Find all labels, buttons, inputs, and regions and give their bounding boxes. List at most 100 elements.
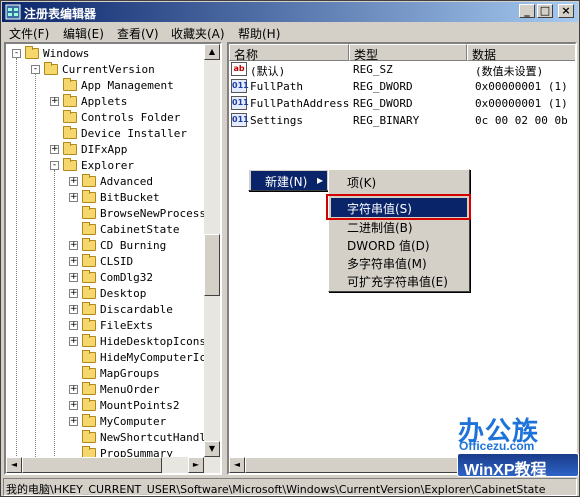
column-data[interactable]: 数据 bbox=[467, 44, 575, 62]
menu-edit[interactable]: 编辑(E) bbox=[63, 25, 104, 42]
maximize-button[interactable]: □ bbox=[537, 4, 553, 18]
menu-file[interactable]: 文件(F) bbox=[9, 25, 49, 42]
tree-item[interactable]: - Explorer bbox=[50, 158, 206, 174]
tree-horizontal-scrollbar[interactable]: ◄ ► bbox=[6, 457, 220, 473]
tree-item[interactable]: + FileExts bbox=[69, 318, 206, 334]
value-data: 0x00000001 (1) bbox=[475, 80, 568, 93]
scroll-thumb[interactable] bbox=[245, 457, 485, 473]
tree-item[interactable]: + Discardable bbox=[69, 302, 206, 318]
value-name: (默认) bbox=[250, 65, 286, 78]
tree-item[interactable]: Controls Folder bbox=[50, 110, 206, 126]
expand-icon[interactable]: + bbox=[69, 177, 78, 186]
tree-vertical-scrollbar[interactable]: ▲ ▼ bbox=[204, 44, 220, 457]
tree-item[interactable]: MapGroups bbox=[69, 366, 206, 382]
minimize-button[interactable]: _ bbox=[519, 4, 535, 18]
expand-icon[interactable]: + bbox=[69, 385, 78, 394]
list-item[interactable]: 011 FullPath REG_DWORD 0x00000001 (1) bbox=[229, 78, 575, 95]
tree-item[interactable]: + Advanced bbox=[69, 174, 206, 190]
tree-item[interactable]: + Applets bbox=[50, 94, 206, 110]
scroll-left-button[interactable]: ◄ bbox=[229, 457, 245, 473]
tree-item[interactable]: + BitBucket bbox=[69, 190, 206, 206]
expand-icon[interactable]: + bbox=[50, 97, 59, 106]
menu-view[interactable]: 查看(V) bbox=[117, 25, 159, 42]
scroll-down-button[interactable]: ▼ bbox=[204, 441, 220, 457]
submenu-item-expandable-string-value[interactable]: 可扩充字符串值(E) bbox=[331, 271, 467, 290]
scroll-thumb[interactable] bbox=[22, 457, 162, 473]
column-name[interactable]: 名称 bbox=[229, 44, 349, 62]
folder-icon bbox=[82, 270, 96, 283]
menu-favorites[interactable]: 收藏夹(A) bbox=[171, 25, 225, 42]
scroll-up-button[interactable]: ▲ bbox=[204, 44, 220, 60]
value-type: REG_DWORD bbox=[353, 80, 413, 93]
value-data: 0c 00 02 00 0b 01 bbox=[475, 114, 577, 127]
submenu-item-key[interactable]: 项(K) bbox=[331, 172, 467, 191]
expand-icon[interactable]: + bbox=[69, 257, 78, 266]
tree-item[interactable]: App Management bbox=[50, 78, 206, 94]
list-item[interactable]: 011 FullPathAddress REG_DWORD 0x00000001… bbox=[229, 95, 575, 112]
tree-item[interactable]: + MenuOrder bbox=[69, 382, 206, 398]
status-bar: 我的电脑\HKEY_CURRENT_USER\Software\Microsof… bbox=[3, 478, 577, 496]
tree-item[interactable]: HideMyComputerIcons bbox=[69, 350, 220, 366]
tree-item[interactable]: + HideDesktopIcons bbox=[69, 334, 206, 350]
submenu-item-multi-string-value[interactable]: 多字符串值(M) bbox=[331, 253, 467, 272]
expand-icon[interactable]: + bbox=[69, 305, 78, 314]
tree-item[interactable]: + CLSID bbox=[69, 254, 206, 270]
collapse-icon[interactable]: - bbox=[50, 161, 59, 170]
tree-item[interactable]: + ComDlg32 bbox=[69, 270, 206, 286]
tree-item-label: MyComputer bbox=[100, 415, 167, 428]
expand-icon[interactable]: + bbox=[69, 321, 78, 330]
window-title: 注册表编辑器 bbox=[24, 7, 97, 21]
menu-help[interactable]: 帮助(H) bbox=[238, 25, 280, 42]
tree-item[interactable]: Device Installer bbox=[50, 126, 206, 142]
expand-icon[interactable]: + bbox=[50, 145, 59, 154]
title-bar[interactable]: 注册表编辑器 _ □ × bbox=[2, 2, 578, 22]
tree-item[interactable]: + Desktop bbox=[69, 286, 206, 302]
value-data: 0x00000001 (1) bbox=[475, 97, 568, 110]
tree-item-label: Controls Folder bbox=[81, 111, 181, 124]
scroll-left-button[interactable]: ◄ bbox=[6, 457, 22, 473]
expand-icon[interactable]: + bbox=[69, 193, 78, 202]
binary-value-icon: 011 bbox=[231, 79, 249, 93]
tree-item-label: MenuOrder bbox=[100, 383, 160, 396]
tree-item[interactable]: BrowseNewProcess bbox=[69, 206, 206, 222]
annotation-highlight-box bbox=[326, 194, 471, 220]
folder-icon bbox=[63, 158, 77, 171]
tree-item-label: BitBucket bbox=[100, 191, 160, 204]
scroll-thumb[interactable] bbox=[204, 234, 220, 296]
tree-item[interactable]: - CurrentVersion bbox=[31, 62, 206, 78]
tree-item-label: Windows bbox=[43, 47, 90, 60]
folder-icon bbox=[63, 110, 77, 123]
key-tree-pane[interactable]: - Windows - CurrentVersion App Management + Ap… bbox=[4, 42, 222, 475]
column-type[interactable]: 类型 bbox=[349, 44, 467, 62]
regedit-window: 注册表编辑器 _ □ × 文件(F) 编辑(E) 查看(V) 收藏夹(A) 帮助… bbox=[0, 0, 580, 497]
tree-item[interactable]: - Windows bbox=[12, 46, 206, 62]
tree-item[interactable]: + CD Burning bbox=[69, 238, 206, 254]
collapse-icon[interactable]: - bbox=[31, 65, 40, 74]
expand-icon[interactable]: + bbox=[69, 417, 78, 426]
expand-icon[interactable]: + bbox=[69, 337, 78, 346]
expand-icon[interactable]: + bbox=[69, 401, 78, 410]
tree-guide-line bbox=[54, 170, 55, 460]
collapse-icon[interactable]: - bbox=[12, 49, 21, 58]
close-button[interactable]: × bbox=[558, 4, 574, 18]
expand-icon[interactable]: + bbox=[69, 273, 78, 282]
expand-icon[interactable]: + bbox=[69, 289, 78, 298]
tree-guide-line bbox=[35, 74, 36, 459]
tree-item-label: CabinetState bbox=[100, 223, 180, 236]
scroll-right-button[interactable]: ► bbox=[188, 457, 204, 473]
tree-item[interactable]: + MountPoints2 bbox=[69, 398, 206, 414]
list-item[interactable]: ab (默认) REG_SZ (数值未设置) bbox=[229, 61, 575, 78]
submenu-arrow-icon: ▸ bbox=[317, 173, 324, 187]
tree-item[interactable]: + DIFxApp bbox=[50, 142, 206, 158]
context-menu-new[interactable]: 新建(N) ▸ bbox=[251, 171, 327, 190]
submenu-item-dword-value[interactable]: DWORD 值(D) bbox=[331, 235, 467, 254]
tree-guide-line bbox=[16, 58, 17, 458]
tree-item-label: BrowseNewProcess bbox=[100, 207, 206, 220]
expand-icon[interactable]: + bbox=[69, 241, 78, 250]
tree-item[interactable]: + MyComputer bbox=[69, 414, 206, 430]
tree-item[interactable]: CabinetState bbox=[69, 222, 206, 238]
folder-icon bbox=[82, 302, 96, 315]
tree-item[interactable]: NewShortcutHandlers bbox=[69, 430, 220, 446]
list-item[interactable]: 011 Settings REG_BINARY 0c 00 02 00 0b 0… bbox=[229, 112, 575, 129]
context-menu: 新建(N) ▸ bbox=[248, 169, 330, 191]
